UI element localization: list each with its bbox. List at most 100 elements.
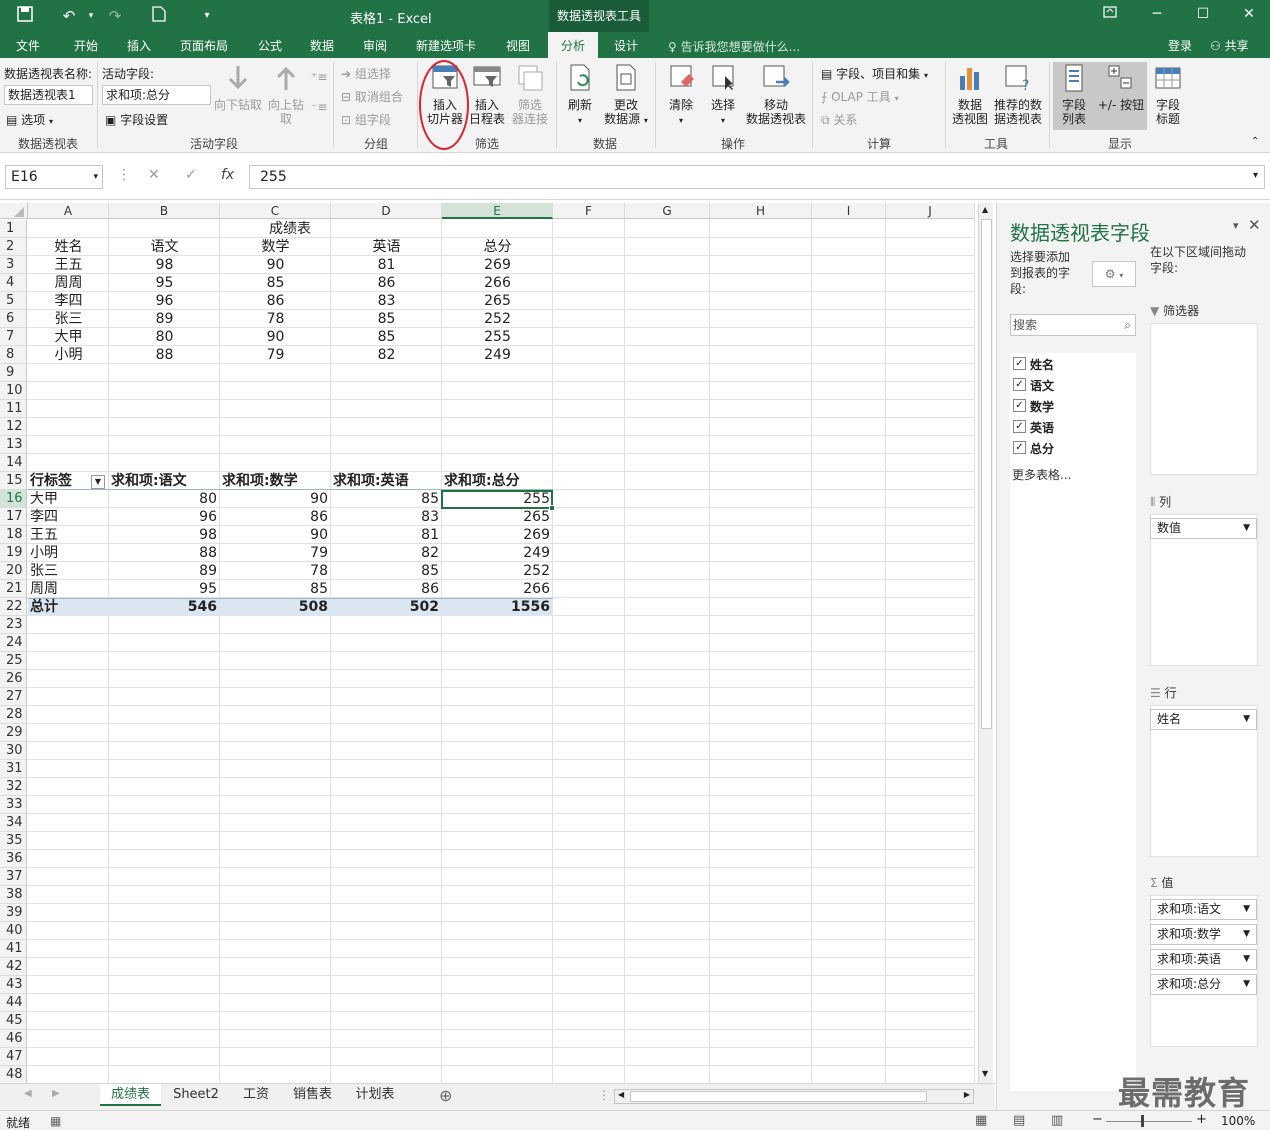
refresh-button[interactable]: 刷新 ▾	[561, 62, 599, 128]
column-header-A[interactable]: A	[28, 203, 109, 219]
expand-field-icon[interactable]: ⁺≡	[311, 70, 327, 84]
row-header-1[interactable]: 1	[0, 220, 27, 238]
collapse-ribbon-icon[interactable]: ⌃	[1251, 136, 1259, 147]
row-header-48[interactable]: 48	[0, 1066, 27, 1083]
source-data-cell[interactable]: 85	[331, 328, 442, 346]
sheet-tab-grades[interactable]: 成绩表	[100, 1084, 161, 1106]
columns-item-values[interactable]: 数值 ▼	[1150, 518, 1257, 539]
source-data-cell[interactable]: 王五	[28, 256, 109, 274]
pivot-data-cell[interactable]: 85	[331, 490, 442, 508]
field-headers-button[interactable]: 字段 标题	[1148, 62, 1188, 126]
values-item[interactable]: 求和项:总分 ▼	[1150, 974, 1257, 995]
row-header-5[interactable]: 5	[0, 292, 27, 310]
enter-icon[interactable]: ✓	[185, 167, 197, 183]
relationships-button[interactable]: ⧉ 关系	[821, 111, 857, 128]
pivot-data-cell[interactable]: 小明	[30, 544, 111, 562]
pivot-header-cell[interactable]: 求和项:数学	[222, 472, 331, 490]
scroll-right-icon[interactable]: ▶	[964, 1090, 970, 1099]
source-data-cell[interactable]: 81	[331, 256, 442, 274]
field-search-input[interactable]: 搜索 ⌕	[1010, 314, 1136, 336]
sheet-tab-sheet2[interactable]: Sheet2	[163, 1084, 229, 1106]
source-header-cell[interactable]: 数学	[220, 238, 331, 256]
row-header-18[interactable]: 18	[0, 526, 27, 544]
source-data-cell[interactable]: 80	[109, 328, 220, 346]
source-header-cell[interactable]: 语文	[109, 238, 220, 256]
cancel-icon[interactable]: ✕	[148, 167, 160, 183]
row-header-47[interactable]: 47	[0, 1048, 27, 1066]
field-checkbox-3[interactable]: ✓	[1013, 420, 1026, 433]
source-data-cell[interactable]: 李四	[28, 292, 109, 310]
rows-item-name[interactable]: 姓名 ▼	[1150, 709, 1257, 730]
sheet-tab-plan[interactable]: 计划表	[344, 1084, 406, 1106]
source-data-cell[interactable]: 79	[220, 346, 331, 364]
row-header-31[interactable]: 31	[0, 760, 27, 778]
row-header-30[interactable]: 30	[0, 742, 27, 760]
tab-design[interactable]: 设计	[614, 37, 638, 54]
source-data-cell[interactable]: 周周	[28, 274, 109, 292]
group-field-button[interactable]: ⊡ 组字段	[341, 111, 391, 128]
field-checkbox-2[interactable]: ✓	[1013, 399, 1026, 412]
pivot-total-cell[interactable]: 1556	[442, 598, 553, 616]
pivot-data-cell[interactable]: 大甲	[30, 490, 111, 508]
pivot-data-cell[interactable]: 266	[442, 580, 553, 598]
zoom-out-icon[interactable]: −	[1092, 1112, 1103, 1127]
pivot-data-cell[interactable]: 252	[442, 562, 553, 580]
tab-new[interactable]: 新建选项卡	[416, 37, 476, 54]
vertical-scrollbar[interactable]: ▲ ▼	[978, 203, 993, 1083]
row-header-7[interactable]: 7	[0, 328, 27, 346]
normal-view-icon[interactable]: ▦	[975, 1113, 987, 1128]
options-button[interactable]: ▤ 选项 ▾	[6, 111, 53, 128]
row-header-16[interactable]: 16	[0, 490, 27, 508]
field-list-button[interactable]: 字段 列表	[1053, 62, 1095, 126]
tab-page-layout[interactable]: 页面布局	[180, 37, 228, 54]
source-data-cell[interactable]: 90	[220, 256, 331, 274]
pivot-data-cell[interactable]: 81	[331, 526, 442, 544]
new-file-icon[interactable]	[148, 6, 170, 27]
row-header-15[interactable]: 15	[0, 472, 27, 490]
column-header-J[interactable]: J	[886, 203, 975, 219]
filter-connections-button[interactable]: 筛选 器连接	[509, 62, 551, 126]
filters-drop-area[interactable]	[1150, 323, 1258, 475]
insert-timeline-button[interactable]: 插入 日程表	[467, 62, 507, 126]
pivot-data-cell[interactable]: 249	[442, 544, 553, 562]
tools-gear-button[interactable]: ⚙ ▾	[1092, 261, 1136, 287]
next-sheet-icon[interactable]: ▶	[52, 1088, 60, 1099]
row-header-39[interactable]: 39	[0, 904, 27, 922]
tab-data[interactable]: 数据	[310, 37, 334, 54]
scroll-down-icon[interactable]: ▼	[982, 1069, 988, 1078]
column-header-D[interactable]: D	[331, 203, 442, 219]
source-data-cell[interactable]: 86	[331, 274, 442, 292]
pivot-data-cell[interactable]: 96	[109, 508, 220, 526]
row-header-17[interactable]: 17	[0, 508, 27, 526]
pivot-data-cell[interactable]: 82	[331, 544, 442, 562]
row-header-44[interactable]: 44	[0, 994, 27, 1012]
pivot-data-cell[interactable]: 79	[220, 544, 331, 562]
source-data-cell[interactable]: 265	[442, 292, 553, 310]
source-header-cell[interactable]: 英语	[331, 238, 442, 256]
pivot-data-cell[interactable]: 86	[220, 508, 331, 526]
row-header-29[interactable]: 29	[0, 724, 27, 742]
tab-view[interactable]: 视图	[506, 37, 530, 54]
close-icon[interactable]: ✕	[1237, 6, 1261, 22]
row-header-35[interactable]: 35	[0, 832, 27, 850]
source-data-cell[interactable]: 张三	[28, 310, 109, 328]
sheet-tab-salary[interactable]: 工资	[231, 1084, 281, 1106]
expand-formula-icon[interactable]: ▾	[1253, 170, 1258, 181]
active-field-input[interactable]: 求和项:总分	[102, 85, 211, 105]
add-sheet-icon[interactable]: ⊕	[439, 1086, 452, 1105]
row-header-8[interactable]: 8	[0, 346, 27, 364]
source-data-cell[interactable]: 88	[109, 346, 220, 364]
row-header-21[interactable]: 21	[0, 580, 27, 598]
drill-up-button[interactable]: 向上钻取	[264, 62, 308, 126]
row-header-32[interactable]: 32	[0, 778, 27, 796]
source-header-cell[interactable]: 姓名	[28, 238, 109, 256]
tab-home[interactable]: 开始	[74, 37, 98, 54]
column-header-C[interactable]: C	[220, 203, 331, 219]
field-label[interactable]: 英语	[1030, 419, 1054, 436]
row-header-14[interactable]: 14	[0, 454, 27, 472]
pivot-data-cell[interactable]: 88	[109, 544, 220, 562]
drill-down-button[interactable]: 向下钻取	[214, 62, 262, 112]
sheet-tab-sales[interactable]: 销售表	[283, 1084, 342, 1106]
pivot-name-input[interactable]: 数据透视表1	[4, 85, 93, 105]
row-header-11[interactable]: 11	[0, 400, 27, 418]
